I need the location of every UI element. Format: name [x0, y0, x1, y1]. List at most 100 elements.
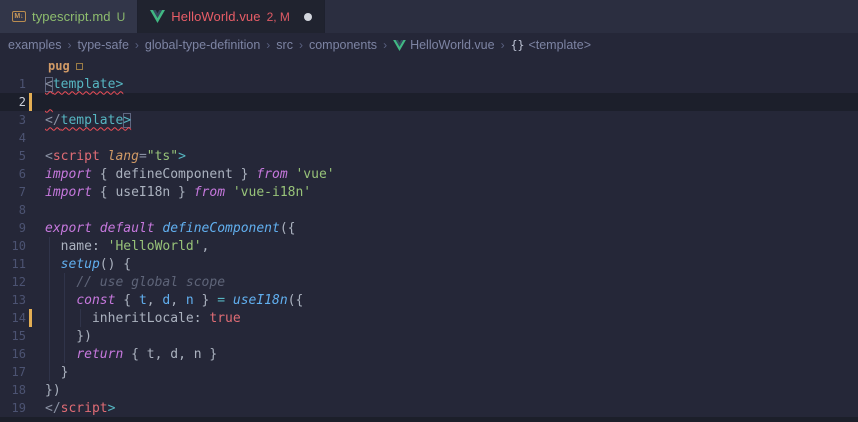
- tab-bar: M↓ typescript.md U HelloWorld.vue 2, M: [0, 0, 858, 33]
- code-line-19[interactable]: 19 </script>: [0, 399, 858, 417]
- git-modified-marker: [29, 201, 32, 219]
- code-text: // use global scope: [45, 275, 225, 290]
- git-modified-marker: [29, 219, 32, 237]
- git-modified-marker: [29, 291, 32, 309]
- line-number: 1: [0, 77, 26, 91]
- code-line-9[interactable]: 9export default defineComponent({: [0, 219, 858, 237]
- breadcrumb-item[interactable]: examples: [8, 38, 62, 52]
- code-line-4[interactable]: 4: [0, 129, 858, 147]
- git-status-badge: U: [117, 10, 126, 24]
- code-text: setup() {: [45, 257, 131, 272]
- git-modified-marker: [29, 165, 32, 183]
- code-line-13[interactable]: 13 const { t, d, n } = useI18n({: [0, 291, 858, 309]
- code-line-3[interactable]: 3 </template>: [0, 111, 858, 129]
- git-modified-marker: [29, 273, 32, 291]
- git-modified-marker: [29, 93, 32, 111]
- breadcrumb-item[interactable]: components: [309, 38, 377, 52]
- code-line-12[interactable]: 12 // use global scope: [0, 273, 858, 291]
- breadcrumb-item[interactable]: {}<template>: [511, 38, 591, 52]
- git-modified-marker: [29, 381, 32, 399]
- code-text: </template>: [45, 113, 131, 128]
- code-line-6[interactable]: 6 import { defineComponent } from 'vue': [0, 165, 858, 183]
- breadcrumb-separator: ›: [501, 38, 505, 52]
- breadcrumb-separator: ›: [135, 38, 139, 52]
- code-text: const { t, d, n } = useI18n({: [45, 293, 303, 308]
- template-lang-hint-row: pug: [0, 57, 858, 75]
- line-number: 13: [0, 293, 26, 307]
- code-line-7[interactable]: 7import { useI18n } from 'vue-i18n': [0, 183, 858, 201]
- code-line-2[interactable]: 2: [0, 93, 858, 111]
- git-modified-marker: [29, 183, 32, 201]
- breadcrumb-separator: ›: [383, 38, 387, 52]
- breadcrumb-item[interactable]: HelloWorld.vue: [393, 38, 495, 52]
- code-text: [45, 95, 53, 110]
- code-text: inheritLocale: true: [45, 311, 241, 326]
- hint-settings-icon[interactable]: [76, 63, 83, 70]
- code-line-16[interactable]: 16 return { t, d, n }: [0, 345, 858, 363]
- git-modified-marker: [29, 399, 32, 417]
- git-modified-marker: [29, 75, 32, 93]
- breadcrumb-item[interactable]: global-type-definition: [145, 38, 260, 52]
- git-modified-marker: [29, 345, 32, 363]
- editor-window: M↓ typescript.md U HelloWorld.vue 2, M e…: [0, 0, 858, 422]
- vue-icon: [150, 10, 165, 23]
- code-line-18[interactable]: 18}): [0, 381, 858, 399]
- breadcrumb-item[interactable]: type-safe: [78, 38, 129, 52]
- git-modified-marker: [29, 255, 32, 273]
- line-number: 17: [0, 365, 26, 379]
- code-line-10[interactable]: 10 name: 'HelloWorld',: [0, 237, 858, 255]
- line-number: 11: [0, 257, 26, 271]
- code-text: </script>: [45, 401, 115, 416]
- git-modified-marker: [29, 111, 32, 129]
- tab-helloworld-vue[interactable]: HelloWorld.vue 2, M: [138, 0, 325, 33]
- line-number: 3: [0, 113, 26, 127]
- code-line-17[interactable]: 17 }: [0, 363, 858, 381]
- line-number: 6: [0, 167, 26, 181]
- line-number: 5: [0, 149, 26, 163]
- line-number: 19: [0, 401, 26, 415]
- unsaved-changes-dot[interactable]: [304, 13, 312, 21]
- tab-typescript-md[interactable]: M↓ typescript.md U: [0, 0, 138, 33]
- breadcrumb-separator: ›: [68, 38, 72, 52]
- breadcrumb-label: components: [309, 38, 377, 52]
- git-modified-marker: [29, 363, 32, 381]
- code-text: return { t, d, n }: [45, 347, 217, 362]
- code-text: export default defineComponent({: [45, 221, 295, 236]
- breadcrumb-label: HelloWorld.vue: [410, 38, 495, 52]
- git-modified-marker: [29, 237, 32, 255]
- line-number: 12: [0, 275, 26, 289]
- code-line-8[interactable]: 8: [0, 201, 858, 219]
- code-text: <template>: [45, 77, 123, 92]
- code-text: name: 'HelloWorld',: [45, 239, 209, 254]
- line-number: 14: [0, 311, 26, 325]
- breadcrumb-separator: ›: [299, 38, 303, 52]
- problems-git-badge: 2, M: [267, 10, 290, 24]
- git-modified-marker: [29, 147, 32, 165]
- git-modified-marker: [29, 327, 32, 345]
- breadcrumb-item[interactable]: src: [276, 38, 293, 52]
- code-text: import { defineComponent } from 'vue': [45, 167, 335, 182]
- editor-bottom-edge: [0, 417, 858, 422]
- code-line-14[interactable]: 14 inheritLocale: true: [0, 309, 858, 327]
- code-line-5[interactable]: 5<script lang="ts">: [0, 147, 858, 165]
- symbol-braces-icon: {}: [511, 38, 525, 52]
- code-line-11[interactable]: 11 setup() {: [0, 255, 858, 273]
- code-line-1[interactable]: 1 <template>: [0, 75, 858, 93]
- code-editor[interactable]: pug 1 <template> 2 3 </template> 4 5<script l…: [0, 57, 858, 417]
- code-text: }): [45, 329, 92, 344]
- template-lang-hint[interactable]: pug: [48, 59, 70, 73]
- indent-guide: [64, 273, 65, 363]
- breadcrumb-label: type-safe: [78, 38, 129, 52]
- line-number: 16: [0, 347, 26, 361]
- code-text: }): [45, 383, 61, 398]
- indent-guide: [49, 237, 50, 381]
- breadcrumb-label: <template>: [528, 38, 591, 52]
- line-number: 4: [0, 131, 26, 145]
- breadcrumb-label: src: [276, 38, 293, 52]
- code-line-15[interactable]: 15 }): [0, 327, 858, 345]
- line-number: 15: [0, 329, 26, 343]
- git-modified-marker: [29, 309, 32, 327]
- line-number: 7: [0, 185, 26, 199]
- line-number: 2: [0, 95, 26, 109]
- line-number: 8: [0, 203, 26, 217]
